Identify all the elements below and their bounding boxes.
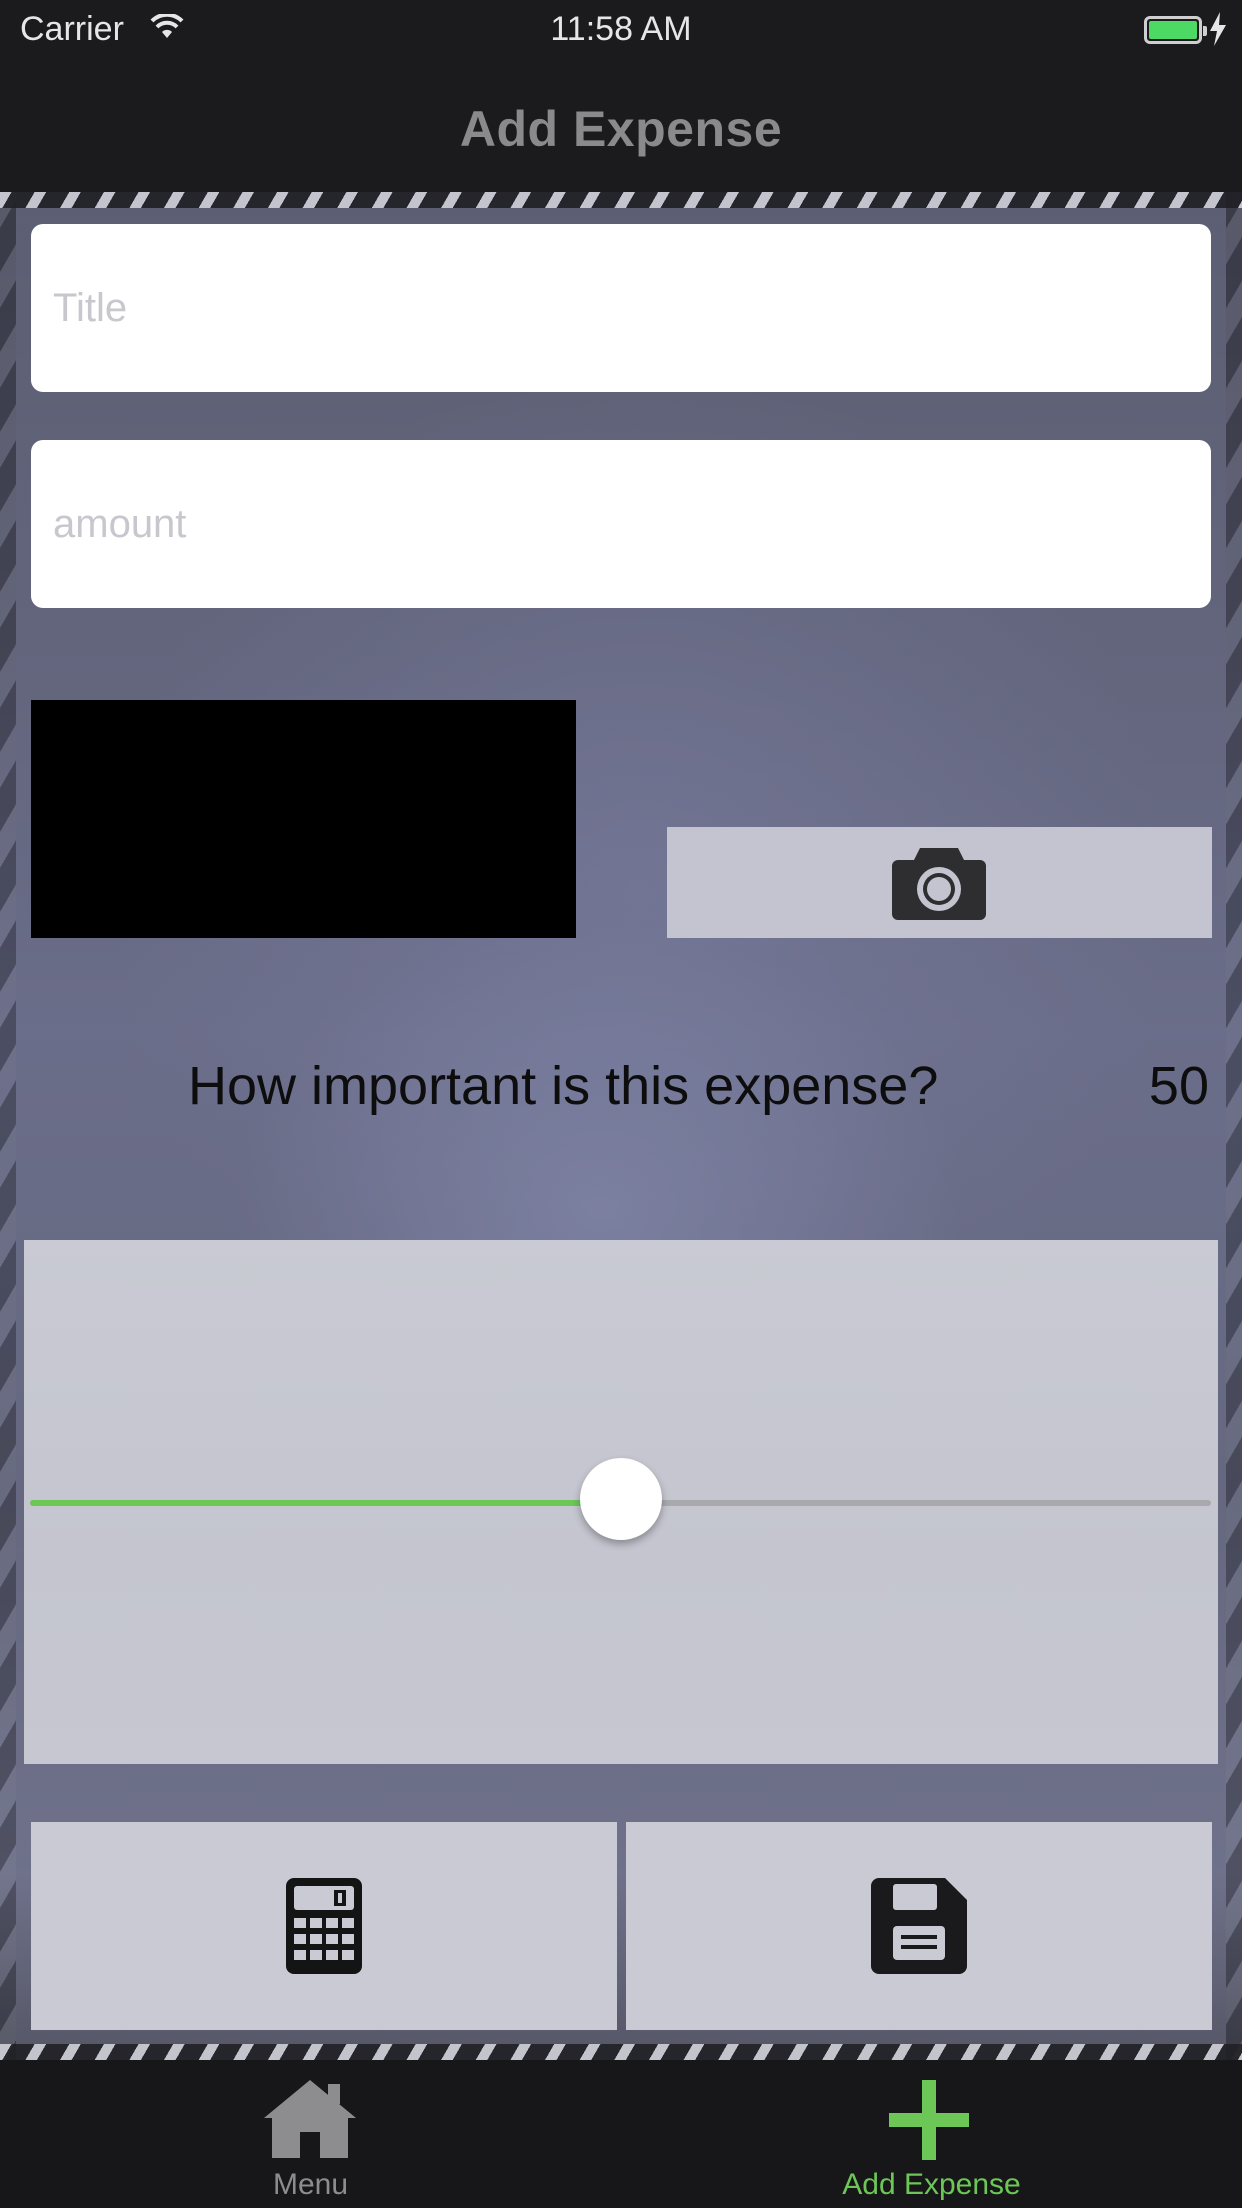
calculator-button[interactable] <box>31 1822 617 2030</box>
amount-input[interactable] <box>31 440 1211 608</box>
slider-thumb[interactable] <box>579 1458 662 1540</box>
background-edge-top <box>0 192 1242 208</box>
battery-icon <box>1144 16 1207 44</box>
camera-icon <box>892 848 986 920</box>
importance-question: How important is this expense? <box>188 1056 939 1116</box>
save-icon <box>871 1878 967 1974</box>
wifi-icon <box>150 14 184 38</box>
page-title: Add Expense <box>459 101 783 157</box>
camera-button[interactable] <box>667 827 1212 938</box>
plus-icon <box>889 2080 969 2160</box>
slider-fill <box>30 1500 621 1506</box>
carrier-label: Carrier <box>20 10 124 48</box>
title-input[interactable] <box>31 224 1211 392</box>
clock: 11:58 AM <box>550 10 692 48</box>
charging-icon <box>1210 12 1226 46</box>
calculator-icon <box>286 1878 362 1974</box>
photo-preview <box>31 700 576 938</box>
background-edge-bottom <box>0 2044 1242 2060</box>
tab-bar: Menu Add Expense <box>0 2060 1242 2208</box>
tab-menu[interactable]: Menu <box>0 2060 621 2208</box>
importance-value: 50 <box>1148 1056 1209 1116</box>
navigation-bar: Add Expense <box>0 60 1242 192</box>
tab-add-expense[interactable]: Add Expense <box>621 2060 1242 2208</box>
tab-add-expense-label: Add Expense <box>842 2168 1021 2201</box>
home-icon <box>264 2080 356 2158</box>
tab-menu-label: Menu <box>272 2168 349 2201</box>
status-bar: Carrier 11:58 AM <box>0 0 1242 60</box>
save-button[interactable] <box>626 1822 1212 2030</box>
